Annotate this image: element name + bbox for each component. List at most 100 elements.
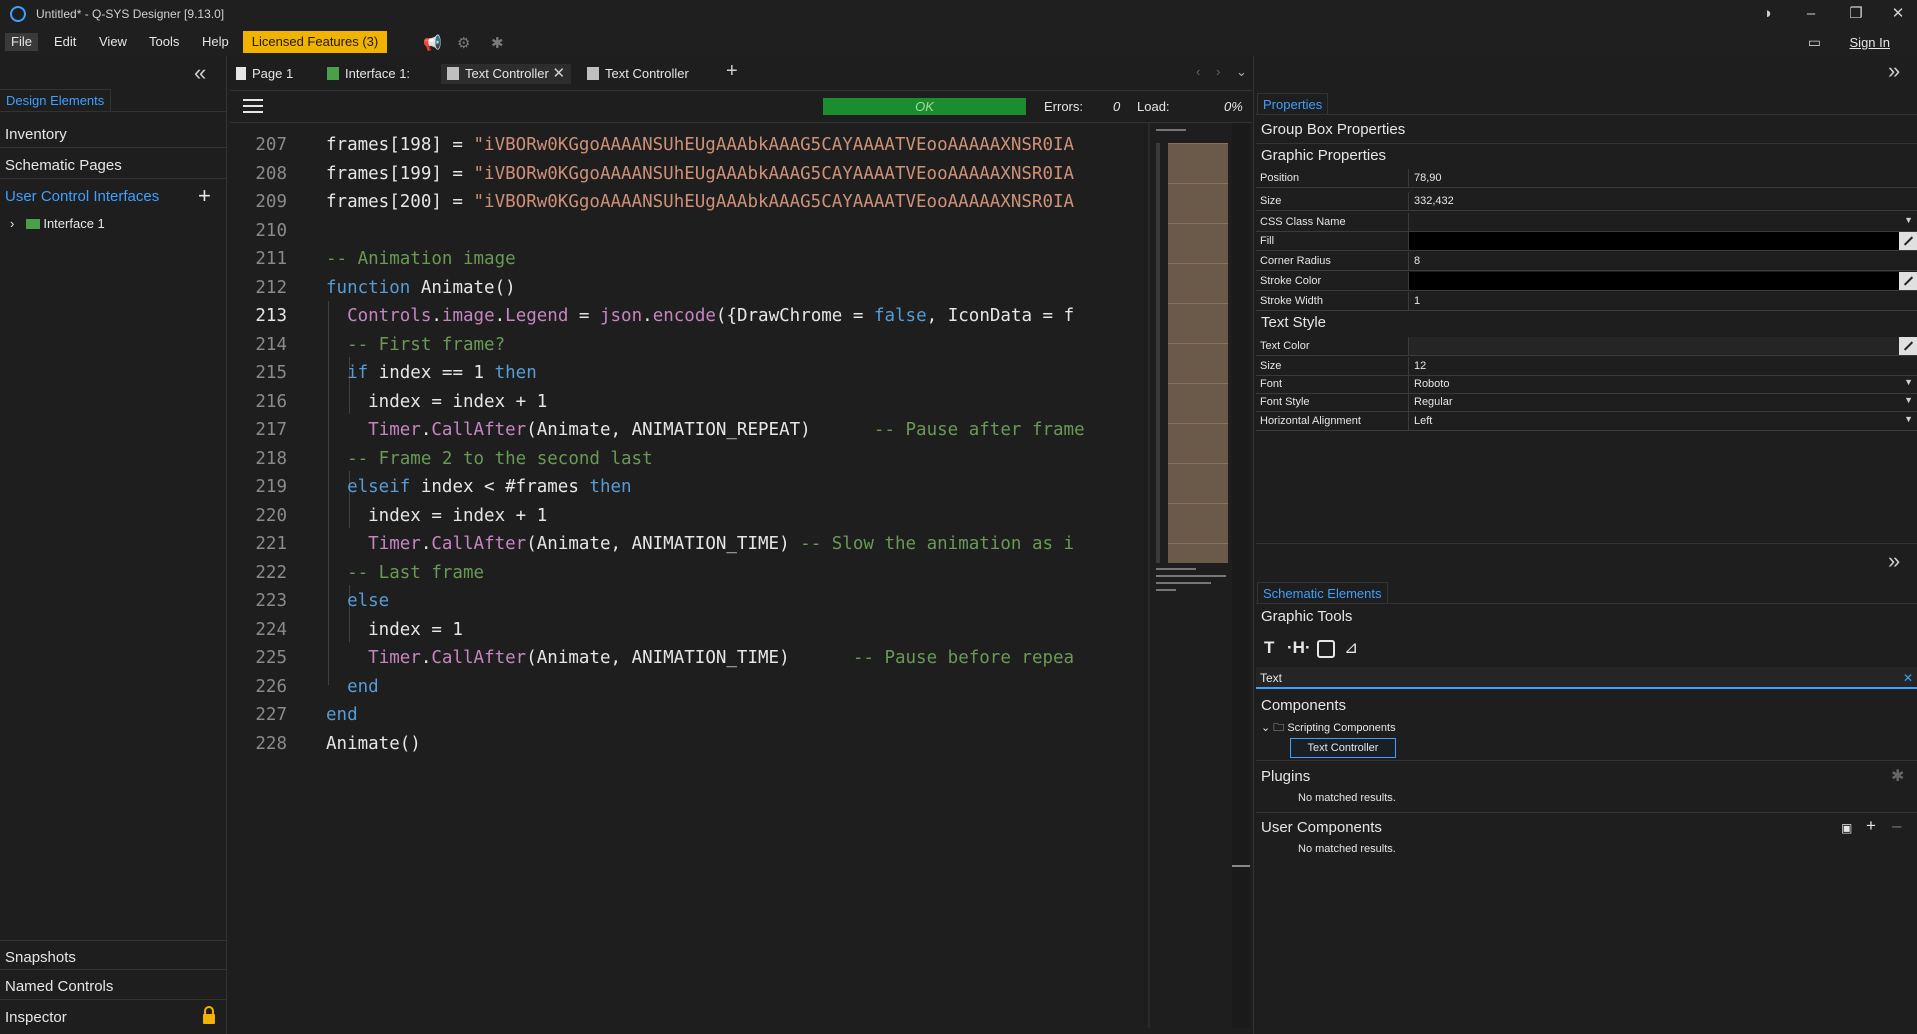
code-line[interactable]: 220 index = index + 1 xyxy=(230,502,1148,530)
corner-radius-field[interactable]: 8 xyxy=(1408,252,1917,270)
size-field[interactable]: 332,432 xyxy=(1408,192,1917,210)
rectangle-tool-icon[interactable] xyxy=(1317,640,1335,658)
plugin-icon[interactable]: ✱ xyxy=(1891,766,1904,786)
theme-toggle-icon[interactable]: ◑ xyxy=(1752,4,1782,24)
left-item-inspector[interactable]: Inspector xyxy=(0,1001,226,1031)
text-size-field[interactable]: 12 xyxy=(1408,357,1917,375)
code-line[interactable]: 227 end xyxy=(230,701,1148,729)
add-user-component-icon[interactable]: + xyxy=(1866,816,1876,836)
css-class-dropdown[interactable]: ▼ xyxy=(1408,213,1917,231)
menu-view[interactable]: View xyxy=(93,33,133,51)
code-line[interactable]: 223 else xyxy=(230,587,1148,615)
tab-interface-1[interactable]: Interface 1: xyxy=(327,64,410,84)
code-line[interactable]: 224 index = 1 xyxy=(230,616,1148,644)
tab-text-controller-active[interactable]: Text Controller ✕ xyxy=(441,64,572,84)
close-tab-icon[interactable]: ✕ xyxy=(552,65,565,82)
editor-scrollbar[interactable] xyxy=(1232,123,1250,1028)
menu-help[interactable]: Help xyxy=(196,33,235,51)
text-tool-icon[interactable]: T xyxy=(1264,638,1274,658)
tab-page-1[interactable]: Page 1 xyxy=(236,64,293,84)
tab-next-icon[interactable]: › xyxy=(1216,64,1220,79)
code-line[interactable]: 214 -- First frame? xyxy=(230,331,1148,359)
lock-icon[interactable] xyxy=(201,1006,217,1024)
font-style-dropdown[interactable]: Regular ▼ xyxy=(1408,393,1917,411)
code-line[interactable]: 226 end xyxy=(230,673,1148,701)
code-line[interactable]: 222 -- Last frame xyxy=(230,559,1148,587)
alignment-dropdown[interactable]: Left ▼ xyxy=(1408,412,1917,430)
left-item-user-control-interfaces[interactable]: User Control Interfaces xyxy=(0,180,226,210)
tab-list-chevron-down-icon[interactable]: ⌄ xyxy=(1236,64,1247,80)
fill-color-swatch[interactable] xyxy=(1408,232,1917,250)
scripting-components-folder[interactable]: ⌄ 🗀 Scripting Components xyxy=(1261,719,1396,738)
code-editor[interactable]: 207 frames[198] = "iVBORw0KGgoAAAANSUhEUg… xyxy=(230,123,1148,1028)
code-line[interactable]: 221 Timer.CallAfter(Animate, ANIMATION_T… xyxy=(230,530,1148,558)
text-color-swatch[interactable] xyxy=(1408,337,1917,355)
stroke-width-field[interactable]: 1 xyxy=(1408,292,1917,310)
code-line[interactable]: 219 elseif index < #frames then xyxy=(230,473,1148,501)
graphic-properties-heading: Graphic Properties xyxy=(1261,147,1387,164)
polygon-tool-icon[interactable]: ⊿ xyxy=(1344,638,1358,658)
clear-search-icon[interactable]: ✕ xyxy=(1903,671,1913,685)
code-line[interactable]: 215 if index == 1 then xyxy=(230,359,1148,387)
left-item-schematic-pages[interactable]: Schematic Pages xyxy=(0,149,226,179)
megaphone-icon[interactable]: 📢 xyxy=(423,34,442,52)
tree-item-interface[interactable]: › Interface 1 xyxy=(10,216,105,231)
text-controller-component[interactable]: Text Controller xyxy=(1290,738,1396,758)
chevron-down-icon: ▼ xyxy=(1904,395,1913,405)
schematic-search-input[interactable]: Text ✕ xyxy=(1256,667,1917,689)
collapse-left-icon[interactable]: « xyxy=(194,60,206,86)
header-tool-icon[interactable]: ·H· xyxy=(1287,638,1311,658)
left-item-inventory[interactable]: Inventory xyxy=(0,118,226,148)
code-line[interactable]: 207 frames[198] = "iVBORw0KGgoAAAANSUhEUg… xyxy=(230,131,1148,159)
feedback-icon[interactable]: ▭ xyxy=(1808,34,1821,51)
emulate-icon[interactable]: ⚙ xyxy=(457,34,470,52)
line-number: 228 xyxy=(255,733,287,754)
menu-tools[interactable]: Tools xyxy=(143,33,185,51)
code-text: function Animate() xyxy=(326,277,516,298)
code-line[interactable]: 210 xyxy=(230,217,1148,245)
add-tab-icon[interactable]: + xyxy=(726,60,738,83)
prop-row-font: Font Roboto ▼ xyxy=(1256,375,1917,394)
tree-item-label: Interface 1 xyxy=(43,216,105,231)
code-line[interactable]: 225 Timer.CallAfter(Animate, ANIMATION_T… xyxy=(230,644,1148,672)
add-folder-icon[interactable]: ▣ xyxy=(1841,821,1852,835)
collapse-schematic-icon[interactable]: » xyxy=(1888,548,1900,574)
code-line[interactable]: 209 frames[200] = "iVBORw0KGgoAAAANSUhEUg… xyxy=(230,188,1148,216)
code-line[interactable]: 218 -- Frame 2 to the second last xyxy=(230,445,1148,473)
menu-file[interactable]: File xyxy=(5,33,38,51)
code-line[interactable]: 212 function Animate() xyxy=(230,274,1148,302)
sign-in-link[interactable]: Sign In xyxy=(1850,35,1890,50)
plugin-icon[interactable]: ✱ xyxy=(491,34,504,52)
color-picker-icon[interactable] xyxy=(1899,337,1917,355)
code-line[interactable]: 216 index = index + 1 xyxy=(230,388,1148,416)
color-picker-icon[interactable] xyxy=(1899,272,1917,290)
restore-button[interactable]: ❐ xyxy=(1841,4,1871,24)
tab-prev-icon[interactable]: ‹ xyxy=(1196,64,1200,79)
hamburger-menu-icon[interactable] xyxy=(243,99,263,113)
minimize-button[interactable]: – xyxy=(1796,4,1826,24)
menu-edit[interactable]: Edit xyxy=(48,33,82,51)
tab-design-elements[interactable]: Design Elements xyxy=(0,89,112,111)
add-interface-icon[interactable]: + xyxy=(198,183,211,209)
tab-schematic-elements[interactable]: Schematic Elements xyxy=(1257,582,1388,604)
code-line[interactable]: 211 -- Animation image xyxy=(230,245,1148,273)
code-minimap[interactable] xyxy=(1150,123,1232,593)
expand-chevron-icon[interactable]: › xyxy=(10,216,14,231)
left-item-snapshots[interactable]: Snapshots xyxy=(0,940,226,970)
licensed-features-button[interactable]: Licensed Features (3) xyxy=(243,31,387,53)
font-dropdown[interactable]: Roboto ▼ xyxy=(1408,375,1917,393)
remove-user-component-icon[interactable]: – xyxy=(1892,816,1901,836)
code-line[interactable]: 213 Controls.image.Legend = json.encode(… xyxy=(230,302,1148,330)
close-window-button[interactable]: ✕ xyxy=(1883,4,1913,24)
left-item-named-controls[interactable]: Named Controls xyxy=(0,970,226,1000)
scrollbar-thumb[interactable] xyxy=(1232,865,1250,867)
stroke-color-swatch[interactable] xyxy=(1408,272,1917,290)
tab-text-controller[interactable]: Text Controller xyxy=(587,64,689,84)
color-picker-icon[interactable] xyxy=(1899,232,1917,250)
tab-properties[interactable]: Properties xyxy=(1257,93,1329,115)
code-line[interactable]: 217 Timer.CallAfter(Animate, ANIMATION_R… xyxy=(230,416,1148,444)
code-line[interactable]: 208 frames[199] = "iVBORw0KGgoAAAANSUhEUg… xyxy=(230,160,1148,188)
code-line[interactable]: 228 Animate() xyxy=(230,730,1148,758)
position-field[interactable]: 78,90 xyxy=(1408,169,1917,187)
collapse-properties-icon[interactable]: » xyxy=(1888,58,1900,84)
